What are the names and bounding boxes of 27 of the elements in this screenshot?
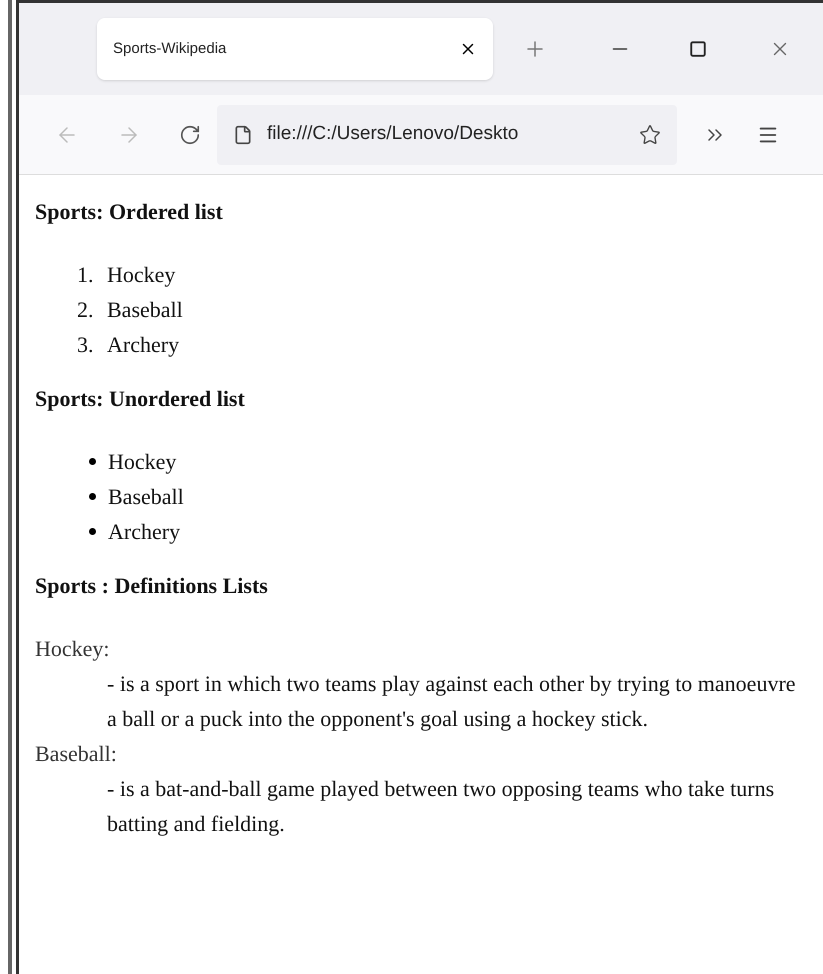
tab-title: Sports-Wikipedia	[113, 38, 226, 59]
file-icon	[233, 124, 253, 144]
definition-text: - is a bat-and-ball game played between two opposing teams who take turns batting and fielding.	[106, 775, 776, 838]
definition-term: Baseball:	[35, 740, 118, 768]
definition-term: Hockey:	[35, 635, 111, 663]
list-item: Archery	[107, 331, 180, 359]
reload-icon[interactable]	[179, 124, 201, 146]
maximize-icon[interactable]	[689, 40, 707, 58]
section-heading: Sports: Unordered list	[35, 385, 246, 413]
bookmark-star-icon[interactable]	[639, 124, 661, 146]
section-heading: Sports: Ordered list	[35, 198, 224, 226]
list-number: 2.	[77, 296, 94, 324]
bullet-icon	[89, 458, 96, 465]
list-number: 3.	[77, 331, 94, 359]
list-number: 1.	[77, 261, 94, 289]
list-item: Baseball	[107, 296, 183, 324]
bullet-icon	[89, 493, 96, 500]
list-item: Hockey	[108, 448, 176, 476]
list-item: Archery	[108, 518, 180, 546]
definition-text: - is a sport in which two teams play against each other by trying to manoeuvre a ball or a puck into the opponent's goal using a hockey stick.	[106, 670, 797, 733]
list-item: Hockey	[107, 261, 176, 289]
section-heading: Sports : Definitions Lists	[35, 572, 269, 600]
browser-tab[interactable]: Sports-Wikipedia	[97, 18, 493, 80]
list-item: Baseball	[108, 483, 184, 511]
address-text: file:///C:/Users/Lenovo/Deskto	[267, 122, 520, 146]
bullet-icon	[89, 528, 96, 535]
address-bar[interactable]: file:///C:/Users/Lenovo/Deskto	[217, 104, 677, 164]
